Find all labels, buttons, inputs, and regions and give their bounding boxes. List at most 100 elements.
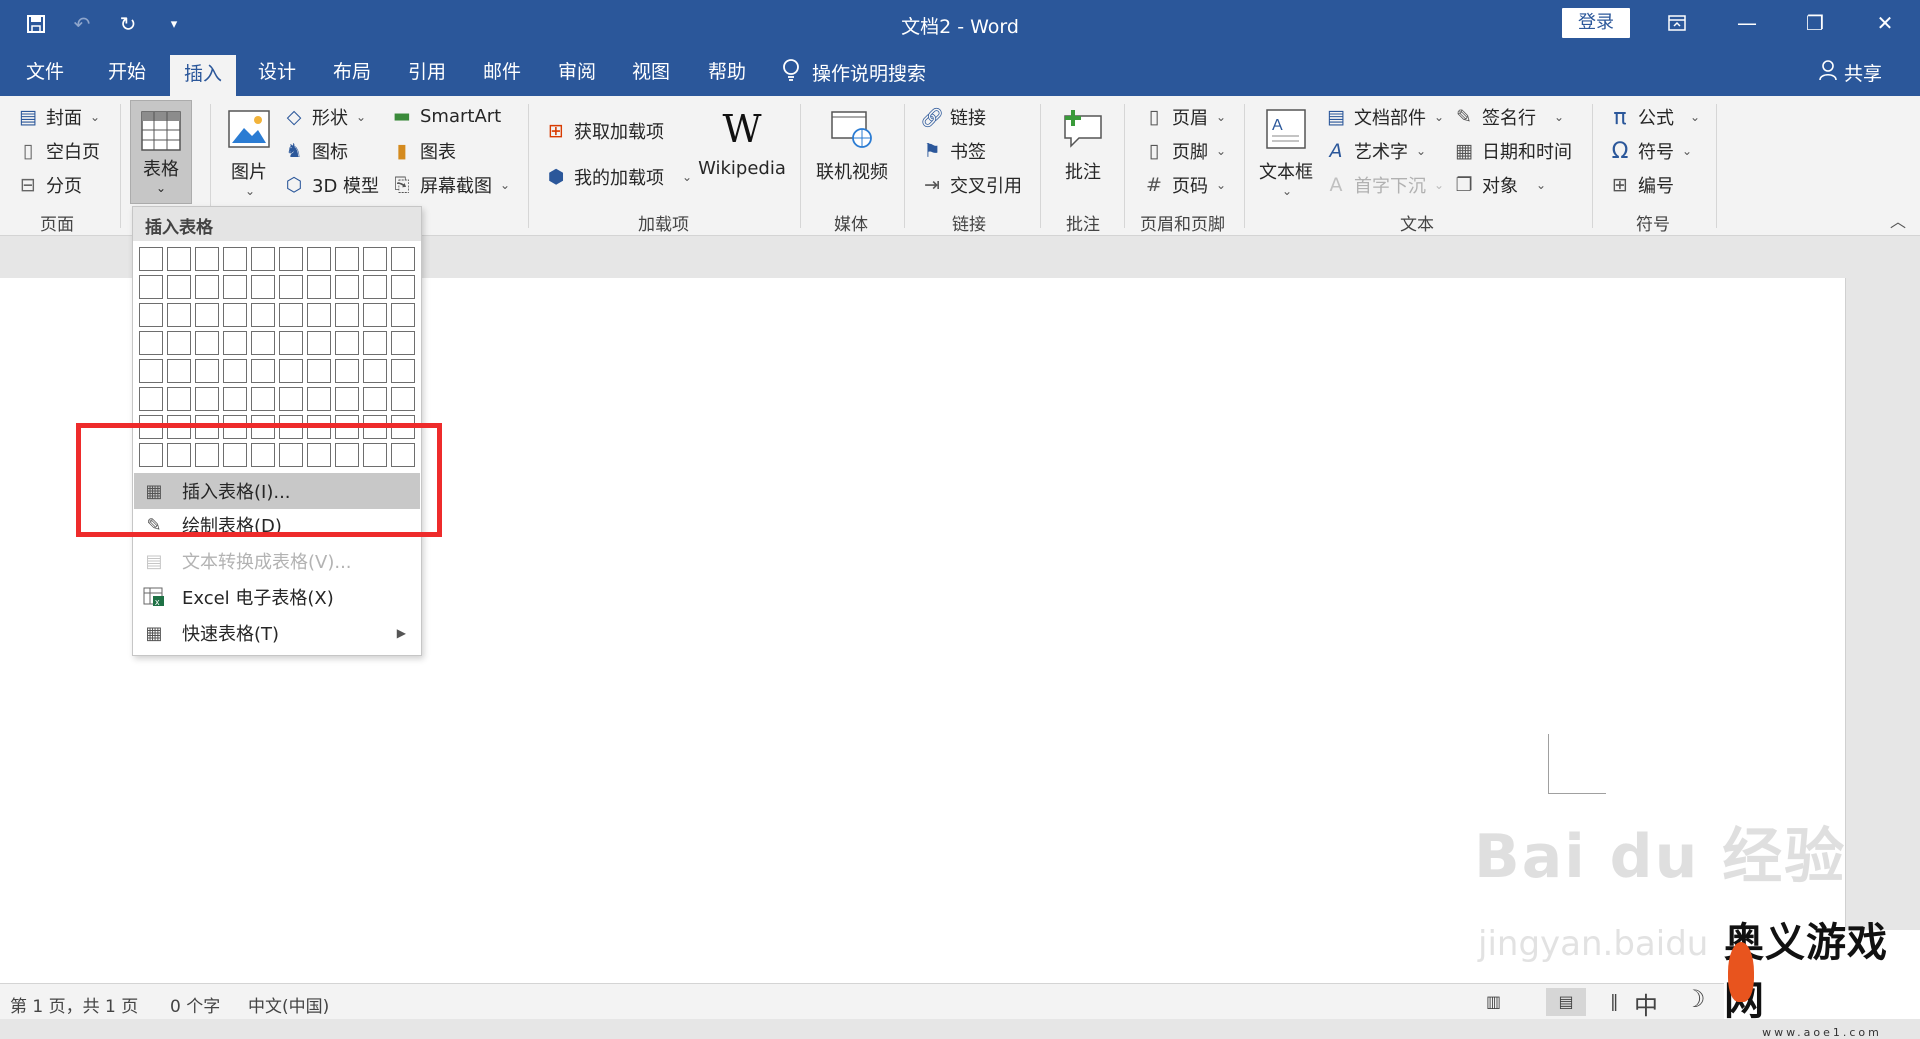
table-grid-cell[interactable] xyxy=(335,275,359,299)
table-grid-cell[interactable] xyxy=(279,303,303,327)
table-grid-cell[interactable] xyxy=(195,387,219,411)
header-button[interactable]: ▯ 页眉 ⌄ xyxy=(1142,104,1226,130)
moon-icon[interactable]: ☽ xyxy=(1684,985,1706,1013)
symbol-button[interactable]: Ω 符号 ⌄ xyxy=(1608,138,1692,164)
new-comment-button[interactable]: 批注 xyxy=(1056,106,1110,184)
page-break-button[interactable]: ⊟ 分页 xyxy=(16,172,82,198)
table-grid-cell[interactable] xyxy=(363,303,387,327)
table-grid-cell[interactable] xyxy=(223,359,247,383)
table-grid-cell[interactable] xyxy=(391,275,415,299)
table-grid-cell[interactable] xyxy=(167,247,191,271)
tab-home[interactable]: 开始 xyxy=(108,58,146,88)
table-grid-cell[interactable] xyxy=(223,275,247,299)
table-grid-cell[interactable] xyxy=(307,247,331,271)
share-button[interactable]: 共享 xyxy=(1818,59,1882,86)
excel-spreadsheet-menu-item[interactable]: x Excel 电子表格(X) xyxy=(134,579,420,615)
table-grid-cell[interactable] xyxy=(195,275,219,299)
table-grid-cell[interactable] xyxy=(391,331,415,355)
table-grid-cell[interactable] xyxy=(335,247,359,271)
number-button[interactable]: ⊞ 编号 xyxy=(1608,172,1674,198)
object-button[interactable]: ❐ 对象 ⌄ xyxy=(1452,172,1546,198)
minimize-icon[interactable]: — xyxy=(1724,8,1770,38)
table-grid-cell[interactable] xyxy=(279,331,303,355)
table-grid-cell[interactable] xyxy=(251,359,275,383)
table-button[interactable]: 表格 ⌄ xyxy=(130,100,192,204)
icons-button[interactable]: ♞ 图标 xyxy=(282,138,348,164)
table-grid-cell[interactable] xyxy=(279,275,303,299)
quick-tables-menu-item[interactable]: ▦ 快速表格(T) ▶ xyxy=(134,615,420,651)
table-grid-cell[interactable] xyxy=(251,303,275,327)
table-grid-cell[interactable] xyxy=(223,387,247,411)
cross-reference-button[interactable]: ⇥ 交叉引用 xyxy=(920,172,1022,198)
table-grid-cell[interactable] xyxy=(139,303,163,327)
table-grid-cell[interactable] xyxy=(363,275,387,299)
page-count[interactable]: 第 1 页，共 1 页 xyxy=(10,992,138,1017)
table-grid-cell[interactable] xyxy=(363,331,387,355)
get-addins-button[interactable]: ⊞ 获取加载项 xyxy=(544,118,664,144)
tab-view[interactable]: 视图 xyxy=(632,58,670,88)
print-layout-icon[interactable]: ▤ xyxy=(1546,988,1586,1016)
chart-button[interactable]: ▮ 图表 xyxy=(390,138,456,164)
collapse-ribbon-icon[interactable]: ︿ xyxy=(1890,208,1906,232)
table-grid-cell[interactable] xyxy=(167,387,191,411)
table-grid-cell[interactable] xyxy=(251,331,275,355)
cover-page-button[interactable]: ▤ 封面 ⌄ xyxy=(16,104,100,130)
blank-page-button[interactable]: ▯ 空白页 xyxy=(16,138,100,164)
wikipedia-button[interactable]: W Wikipedia xyxy=(696,106,788,179)
equation-button[interactable]: π 公式 ⌄ xyxy=(1608,104,1700,130)
table-grid-cell[interactable] xyxy=(363,359,387,383)
table-grid-cell[interactable] xyxy=(391,387,415,411)
table-grid-cell[interactable] xyxy=(139,275,163,299)
table-grid-cell[interactable] xyxy=(167,359,191,383)
table-grid-cell[interactable] xyxy=(391,359,415,383)
table-grid-cell[interactable] xyxy=(195,247,219,271)
table-grid-cell[interactable] xyxy=(391,303,415,327)
table-grid-cell[interactable] xyxy=(335,387,359,411)
quick-parts-button[interactable]: ▤ 文档部件 ⌄ xyxy=(1324,104,1444,130)
table-grid-cell[interactable] xyxy=(139,359,163,383)
tab-mailings[interactable]: 邮件 xyxy=(483,58,521,88)
tab-help[interactable]: 帮助 xyxy=(708,58,746,88)
table-grid-cell[interactable] xyxy=(139,331,163,355)
bookmark-button[interactable]: ⚑ 书签 xyxy=(920,138,986,164)
table-grid-cell[interactable] xyxy=(167,275,191,299)
footer-button[interactable]: ▯ 页脚 ⌄ xyxy=(1142,138,1226,164)
table-grid-cell[interactable] xyxy=(391,247,415,271)
table-grid-cell[interactable] xyxy=(139,387,163,411)
table-grid-cell[interactable] xyxy=(335,331,359,355)
table-grid-cell[interactable] xyxy=(363,247,387,271)
table-grid-cell[interactable] xyxy=(195,331,219,355)
shapes-button[interactable]: ◇ 形状 ⌄ xyxy=(282,104,366,130)
language-status[interactable]: 中文(中国) xyxy=(248,992,329,1017)
table-grid-cell[interactable] xyxy=(307,275,331,299)
table-grid-cell[interactable] xyxy=(335,359,359,383)
table-grid-cell[interactable] xyxy=(223,247,247,271)
restore-icon[interactable]: ❐ xyxy=(1792,8,1838,38)
read-mode-icon[interactable]: ▥ xyxy=(1486,992,1501,1011)
login-button[interactable]: 登录 xyxy=(1562,8,1630,38)
page-number-button[interactable]: # 页码 ⌄ xyxy=(1142,172,1226,198)
tab-layout[interactable]: 布局 xyxy=(333,58,371,88)
table-grid-cell[interactable] xyxy=(251,247,275,271)
word-count[interactable]: 0 个字 xyxy=(170,992,220,1017)
table-grid-cell[interactable] xyxy=(251,275,275,299)
wordart-button[interactable]: A 艺术字 ⌄ xyxy=(1324,138,1427,164)
screenshot-button[interactable]: ⎘ 屏幕截图 ⌄ xyxy=(390,172,510,198)
tab-review[interactable]: 审阅 xyxy=(558,58,596,88)
tab-file[interactable]: 文件 xyxy=(26,58,64,88)
table-grid-cell[interactable] xyxy=(307,331,331,355)
table-grid-cell[interactable] xyxy=(167,303,191,327)
link-button[interactable]: 🔗︎ 链接 xyxy=(920,104,986,130)
table-grid-cell[interactable] xyxy=(195,359,219,383)
ribbon-display-options-icon[interactable] xyxy=(1654,8,1700,38)
text-to-table-menu-item[interactable]: ▤ 文本转换成表格(V)... xyxy=(134,543,420,579)
table-grid-cell[interactable] xyxy=(195,303,219,327)
my-addins-button[interactable]: ⬢ 我的加载项 ⌄ xyxy=(544,164,692,190)
date-time-button[interactable]: ▦ 日期和时间 xyxy=(1452,138,1572,164)
table-grid-cell[interactable] xyxy=(139,247,163,271)
online-video-button[interactable]: 联机视频 xyxy=(812,106,892,184)
tab-insert[interactable]: 插入 xyxy=(170,55,237,96)
table-grid-cell[interactable] xyxy=(223,331,247,355)
picture-button[interactable]: 图片 ⌄ xyxy=(224,106,274,198)
text-box-button[interactable]: A 文本框 ⌄ xyxy=(1256,106,1316,198)
